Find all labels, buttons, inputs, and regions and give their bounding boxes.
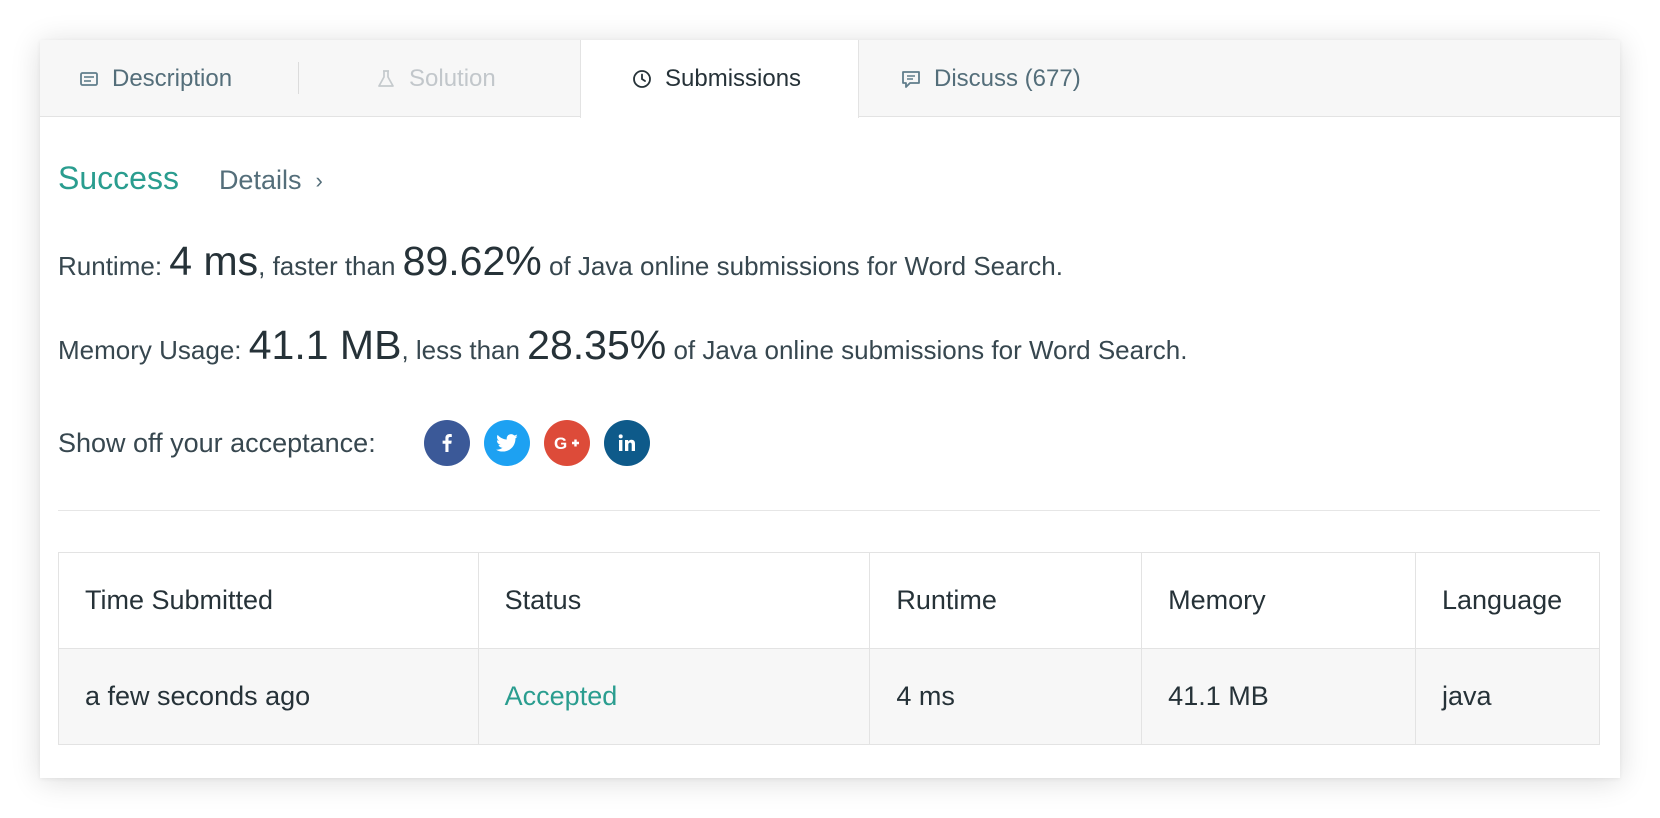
runtime-summary: Runtime: 4 ms, faster than 89.62% of Jav… (58, 238, 1063, 285)
runtime-value: 4 ms (169, 238, 259, 284)
column-header: Memory (1141, 552, 1416, 649)
column-header: Language (1415, 552, 1600, 649)
tab-separator (298, 62, 299, 94)
runtime-suffix: of Java online submissions for Word Sear… (541, 251, 1063, 281)
share-row: Show off your acceptance: G (58, 420, 664, 466)
runtime-label: Runtime: (58, 251, 170, 281)
twitter-icon (495, 434, 518, 452)
memory-comparison: , less than (401, 335, 528, 365)
details-link[interactable]: Details › (219, 165, 323, 196)
cell-language: java (1415, 648, 1600, 745)
column-header: Runtime (869, 552, 1143, 649)
tab-discuss-label: Discuss (677) (934, 64, 1081, 92)
facebook-icon (442, 434, 452, 452)
cell-time-submitted: a few seconds ago (58, 648, 479, 745)
svg-text:G: G (554, 434, 567, 453)
column-header: Time Submitted (58, 552, 479, 649)
tab-solution-label: Solution (409, 64, 496, 92)
tab-solution[interactable]: Solution (375, 40, 496, 117)
section-divider (58, 510, 1600, 511)
memory-percent: 28.35% (527, 322, 667, 368)
tab-bar: Description Solution Submissions Discuss… (40, 40, 1620, 118)
runtime-percent: 89.62% (402, 238, 542, 284)
column-header: Status (477, 552, 871, 649)
share-icons: G (423, 420, 664, 466)
memory-value: 41.1 MB (248, 322, 402, 368)
facebook-share-button[interactable] (423, 420, 470, 466)
memory-suffix: of Java online submissions for Word Sear… (666, 335, 1188, 365)
details-label: Details (218, 165, 302, 195)
share-label: Show off your acceptance: (58, 427, 376, 458)
result-status-row: Success Details › (58, 160, 323, 197)
memory-summary: Memory Usage: 41.1 MB, less than 28.35% … (58, 322, 1187, 369)
clock-icon (633, 70, 651, 88)
submission-card: Description Solution Submissions Discuss… (40, 40, 1620, 778)
chevron-right-icon: › (315, 167, 323, 193)
tab-description[interactable]: Description (78, 40, 232, 117)
table-header-row: Time Submitted Status Runtime Memory Lan… (58, 552, 1600, 649)
submissions-table: Time Submitted Status Runtime Memory Lan… (58, 552, 1600, 745)
tab-discuss[interactable]: Discuss (677) (900, 40, 1081, 117)
linkedin-share-button[interactable] (603, 420, 650, 466)
google-plus-share-button[interactable]: G (543, 420, 590, 466)
table-row[interactable]: a few seconds ago Accepted 4 ms 41.1 MB … (58, 648, 1600, 745)
runtime-comparison: , faster than (258, 251, 403, 281)
cell-memory: 41.1 MB (1141, 648, 1416, 745)
flask-icon (378, 69, 394, 87)
comment-icon (902, 70, 920, 88)
google-plus-icon: G (554, 434, 579, 453)
tab-submissions[interactable]: Submissions (580, 40, 859, 118)
twitter-share-button[interactable] (483, 420, 530, 466)
memory-label: Memory Usage: (58, 335, 249, 365)
cell-runtime: 4 ms (869, 648, 1143, 745)
description-icon (80, 71, 98, 86)
success-status: Success (58, 160, 179, 196)
cell-status-link[interactable]: Accepted (477, 648, 871, 745)
linkedin-icon (618, 434, 635, 451)
tab-description-label: Description (112, 64, 233, 92)
tab-submissions-label: Submissions (665, 65, 802, 92)
